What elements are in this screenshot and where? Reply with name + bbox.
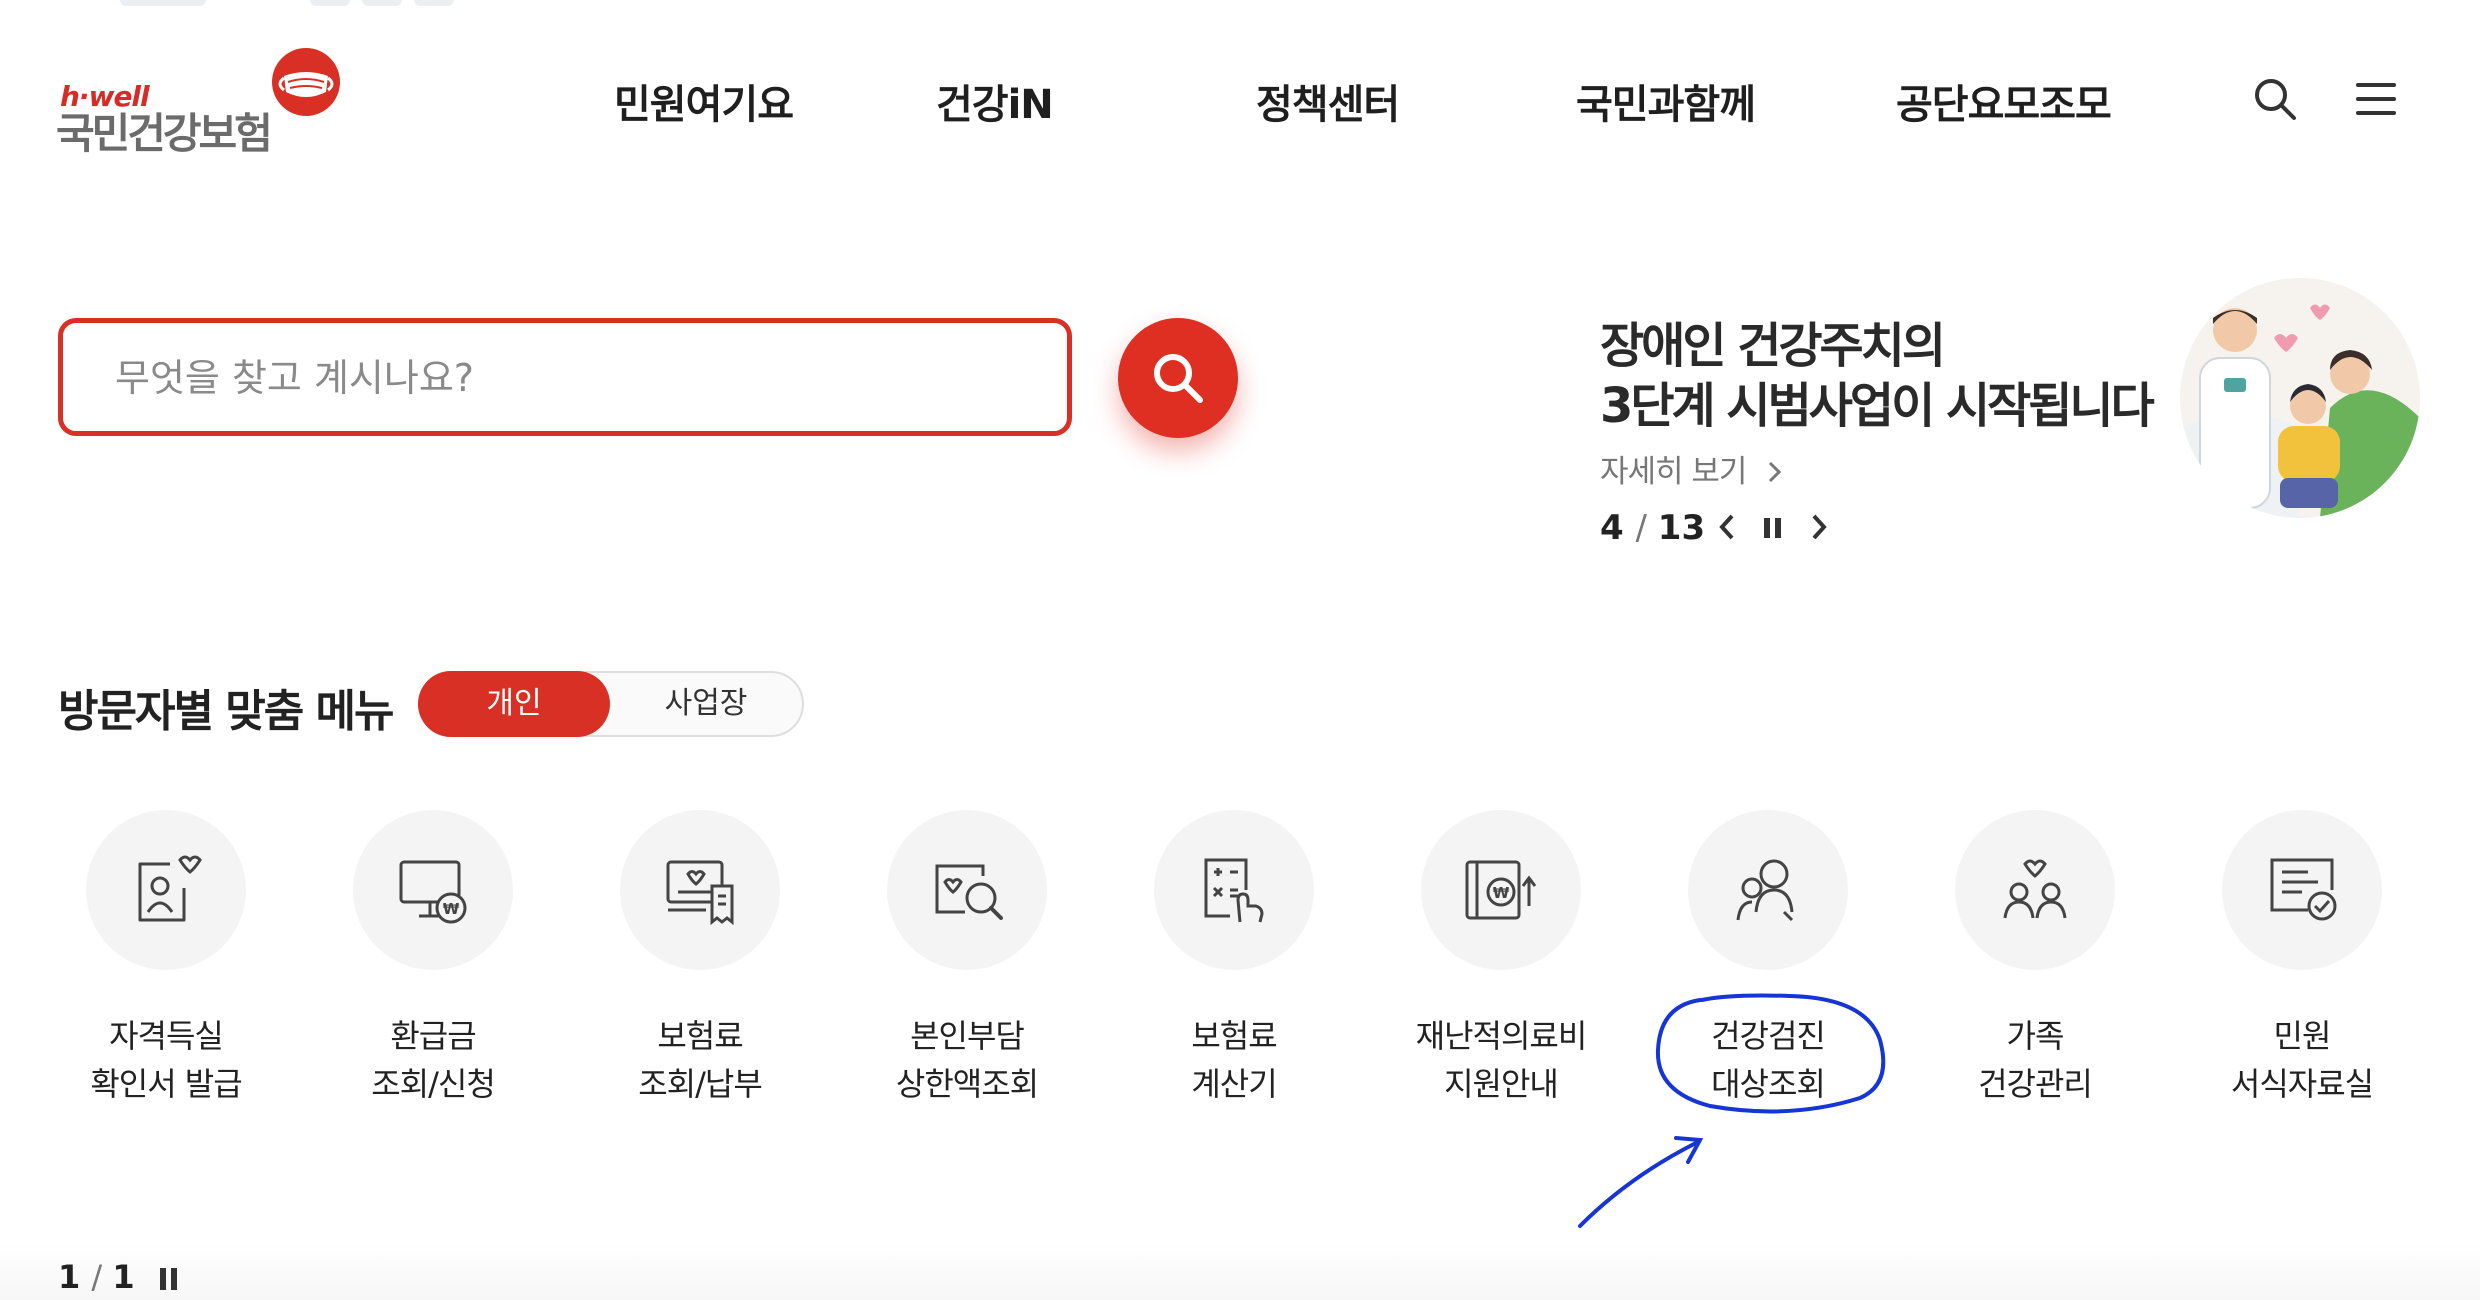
document-check-icon: [2270, 858, 2337, 921]
tab-personal[interactable]: 개인: [418, 671, 610, 737]
menu-item-icon-circle: [86, 810, 246, 970]
menu-item-label: 보험료 조회/납부: [580, 1012, 820, 1108]
banner-next-icon[interactable]: [1806, 510, 1832, 544]
label-line1: 가족: [2006, 1017, 2065, 1055]
menu-item-icon-circle: [887, 810, 1047, 970]
nav-with-citizens[interactable]: 국민과함께: [1576, 72, 1756, 130]
menu-item-icon-circle: [2222, 810, 2382, 970]
banner-title-line2[interactable]: 3단계 시범사업이 시작됩니다: [1600, 366, 2155, 436]
banner-prev-icon[interactable]: [1714, 510, 1740, 544]
menu-pager-current: 1: [58, 1258, 81, 1296]
nav-minwon[interactable]: 민원여기요: [614, 72, 794, 130]
label-line2: 지원안내: [1444, 1065, 1559, 1103]
label-line1: 본인부담: [910, 1017, 1025, 1055]
search-input[interactable]: [113, 323, 1017, 433]
monitor-won-icon: ₩: [399, 860, 467, 924]
menu-item-label: 자격득실 확인서 발급: [46, 1012, 286, 1108]
chevron-right-icon: [1769, 461, 1782, 483]
menu-item-label: 민원 서식자료실: [2182, 1012, 2422, 1108]
banner-current: 4: [1600, 508, 1624, 548]
nav-health-in[interactable]: 건강iN: [936, 72, 1054, 130]
label-line2: 건강관리: [1978, 1065, 2093, 1103]
label-line2: 상한액조회: [895, 1065, 1039, 1103]
label-line2: 서식자료실: [2230, 1065, 2374, 1103]
visitor-menu-title: 방문자별 맞춤 메뉴: [58, 686, 394, 737]
menu-item-checkup-lookup[interactable]: 건강검진 대상조회: [1648, 810, 1888, 1110]
logo-title: 국민건강보험: [56, 109, 273, 158]
label-line1: 자격득실: [109, 1017, 224, 1055]
label-line2: 대상조회: [1711, 1065, 1826, 1103]
family-heart-icon: [2003, 859, 2067, 919]
menu-item-icon-circle: ₩: [1421, 810, 1581, 970]
search-box: [58, 318, 1072, 436]
search-icon[interactable]: [2252, 76, 2298, 122]
menu-item-qualification[interactable]: 자격득실 확인서 발급: [46, 810, 286, 1110]
menu-item-icon-circle: ₩: [353, 810, 513, 970]
receipt-heart-icon: [666, 860, 734, 926]
label-line1: 환급금: [390, 1017, 476, 1055]
visitor-type-toggle: 개인 사업장: [418, 671, 804, 737]
label-line1: 보험료: [657, 1017, 743, 1055]
label-line1: 건강검진: [1711, 1017, 1826, 1055]
bottom-fade: [0, 1240, 2480, 1300]
banner-illustration: [2180, 278, 2420, 518]
nav-policy-center[interactable]: 정책센터: [1256, 72, 1400, 130]
logo-mask-icon: [272, 48, 340, 116]
svg-text:₩: ₩: [443, 900, 460, 918]
people-search-icon: [1736, 859, 1794, 922]
menu-pager: 1 / 1: [58, 1258, 135, 1296]
label-line2: 확인서 발급: [90, 1065, 242, 1103]
menu-item-icon-circle: [1154, 810, 1314, 970]
menu-item-label: 보험료 계산기: [1114, 1012, 1354, 1108]
menu-item-label: 환급금 조회/신청: [313, 1012, 553, 1108]
menu-item-label: 본인부담 상한액조회: [847, 1012, 1087, 1108]
banner-pager: 4 / 13: [1600, 508, 1706, 548]
label-line1: 재난적의료비: [1415, 1017, 1588, 1055]
menu-item-copay-ceiling[interactable]: 본인부담 상한액조회: [847, 810, 1087, 1110]
menu-item-icon-circle: [1955, 810, 2115, 970]
menu-pager-total: 1: [112, 1258, 135, 1296]
search-button[interactable]: [1118, 318, 1238, 438]
banner-more-link[interactable]: 자세히 보기: [1600, 446, 1785, 491]
menu-item-premium-calculator[interactable]: 보험료 계산기: [1114, 810, 1354, 1110]
label-line1: 보험료: [1191, 1017, 1277, 1055]
menu-pause-icon[interactable]: [158, 1266, 180, 1292]
menu-item-premium-payment[interactable]: 보험료 조회/납부: [580, 810, 820, 1110]
menu-item-label: 건강검진 대상조회: [1648, 1012, 1888, 1108]
menu-item-forms-library[interactable]: 민원 서식자료실: [2182, 810, 2422, 1110]
label-line2: 조회/납부: [638, 1065, 763, 1103]
svg-text:₩: ₩: [1493, 884, 1510, 902]
menu-item-catastrophic-medical[interactable]: ₩ 재난적의료비 지원안내: [1381, 810, 1621, 1110]
doctor-patient-illustration-icon: [2180, 304, 2420, 518]
menu-item-refund[interactable]: ₩ 환급금 조회/신청: [313, 810, 553, 1110]
label-line1: 민원: [2273, 1017, 2332, 1055]
site-logo[interactable]: h·well 국민건강보험: [56, 46, 356, 158]
banner-total: 13: [1657, 508, 1706, 548]
menu-item-label: 재난적의료비 지원안내: [1381, 1012, 1621, 1108]
menu-item-label: 가족 건강관리: [1915, 1012, 2155, 1108]
search-icon: [1154, 354, 1203, 403]
banner-more-label: 자세히 보기: [1600, 454, 1747, 490]
menu-item-family-health[interactable]: 가족 건강관리: [1915, 810, 2155, 1110]
menu-item-icon-circle: [620, 810, 780, 970]
tab-business[interactable]: 사업장: [610, 671, 802, 737]
heart-magnifier-icon: [935, 864, 1003, 920]
label-line2: 조회/신청: [371, 1065, 496, 1103]
label-line2: 계산기: [1191, 1065, 1277, 1103]
top-utility-strip: [0, 0, 2480, 8]
menu-item-icon-circle: [1688, 810, 1848, 970]
hamburger-menu-icon[interactable]: [2356, 82, 2396, 116]
nav-about[interactable]: 공단요모조모: [1896, 72, 2112, 130]
banner-pause-icon[interactable]: [1760, 510, 1786, 544]
book-won-arrow-icon: ₩: [1465, 860, 1537, 920]
calculator-hand-icon: [1204, 858, 1264, 923]
person-card-heart-icon: [138, 855, 202, 922]
